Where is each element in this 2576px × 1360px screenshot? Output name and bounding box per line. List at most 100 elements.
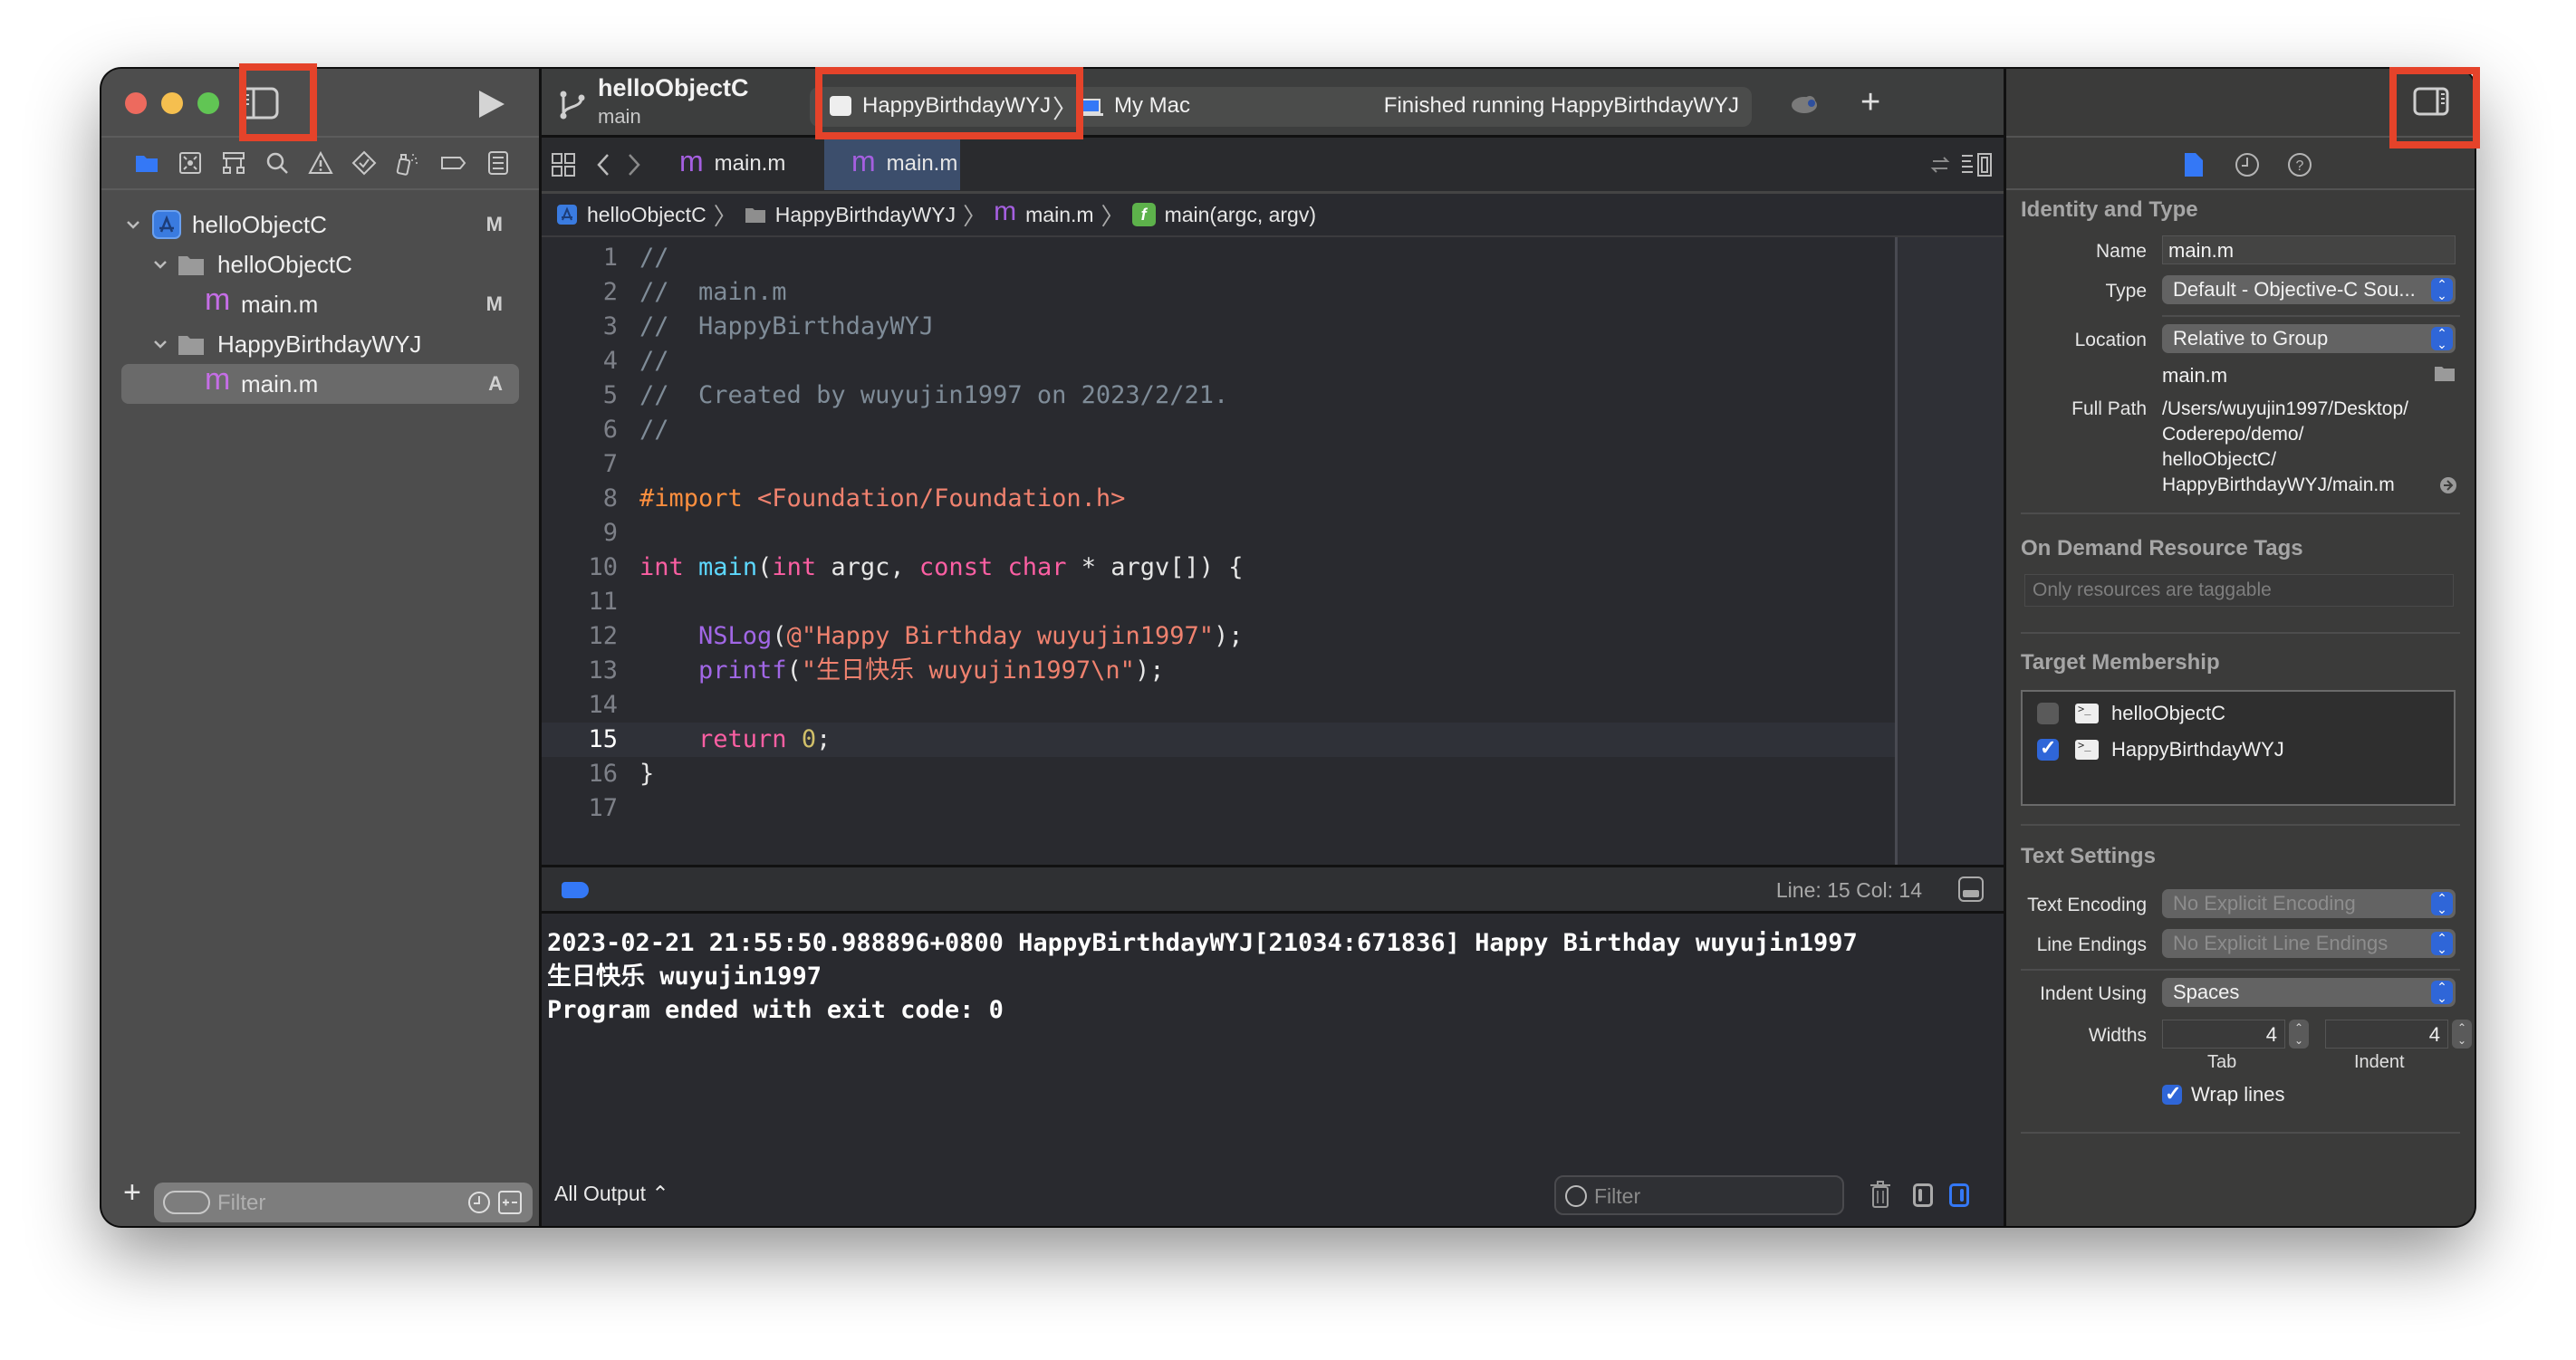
tree-item-project[interactable]: helloObjectC M	[101, 205, 539, 244]
code-line[interactable]: 12 NSLog(@"Happy Birthday wuyujin1997");	[542, 619, 2004, 654]
issue-warning-icon[interactable]	[308, 150, 333, 176]
file-inspector-icon[interactable]	[2184, 152, 2204, 177]
line-endings-select[interactable]: No Explicit Line Endings ⌃ ⌄	[2162, 929, 2456, 958]
code-line[interactable]: 2 // main.m	[542, 275, 2004, 310]
code-line[interactable]: 6 //	[542, 413, 2004, 447]
run-destination-selector[interactable]: My Mac	[1114, 93, 1190, 119]
history-icon[interactable]	[2235, 152, 2260, 177]
run-play-icon[interactable]	[476, 89, 506, 120]
code-line[interactable]: 11	[542, 585, 2004, 619]
debug-spray-icon[interactable]	[395, 150, 420, 176]
code-line[interactable]: 7	[542, 447, 2004, 482]
test-diamond-icon[interactable]	[351, 150, 377, 176]
show-console-view-icon[interactable]	[1949, 1183, 1969, 1207]
tree-item-folder[interactable]: helloObjectC	[101, 244, 539, 284]
type-select[interactable]: Default - Objective-C Sou... ⌃ ⌄	[2162, 275, 2456, 304]
close-window-button[interactable]	[125, 92, 147, 114]
code-line[interactable]: 5 // Created by wuyujin1997 on 2023/2/21.	[542, 378, 2004, 413]
target-row[interactable]: helloObjectC	[2037, 699, 2225, 728]
wrap-lines-option[interactable]: Wrap lines	[2162, 1082, 2285, 1106]
report-list-icon[interactable]	[485, 150, 511, 176]
target-name: helloObjectC	[2111, 702, 2225, 724]
reveal-in-finder-arrow-icon[interactable]	[2439, 476, 2457, 494]
hide-debug-area-icon[interactable]	[1958, 876, 1984, 902]
code-text: printf("生日快乐 wuyujin1997\n");	[639, 654, 1164, 688]
section-title: Target Membership	[2021, 650, 2220, 675]
navigate-back-icon[interactable]	[594, 152, 612, 177]
scheme-selector[interactable]: HappyBirthdayWYJ	[862, 93, 1051, 119]
chevron-down-icon[interactable]	[152, 256, 168, 273]
breadcrumb-project[interactable]: helloObjectC	[556, 203, 706, 227]
branch-name[interactable]: main	[598, 105, 641, 129]
related-items-grid-icon[interactable]	[551, 152, 576, 177]
scm-filter-icon[interactable]	[498, 1191, 522, 1214]
fullpath-label: Full Path	[2071, 398, 2147, 419]
toggle-inspector-icon[interactable]	[2413, 87, 2449, 116]
library-add-button[interactable]: +	[1860, 85, 1880, 120]
name-field[interactable]: main.m	[2162, 235, 2456, 264]
editor-options-icon[interactable]	[1960, 152, 1994, 177]
chevron-down-icon[interactable]	[152, 336, 168, 352]
breakpoints-toggle-icon[interactable]	[562, 882, 589, 898]
breadcrumb-function[interactable]: f main(argc, argv)	[1131, 203, 1316, 227]
indent-using-select[interactable]: Spaces ⌃ ⌄	[2162, 978, 2456, 1007]
console-filter-field[interactable]: Filter	[1554, 1175, 1844, 1215]
code-line[interactable]: 13 printf("生日快乐 wuyujin1997\n");	[542, 654, 2004, 688]
cloud-status-icon[interactable]	[1790, 92, 1821, 114]
updown-arrows-icon: ⌃ ⌄	[2431, 278, 2453, 302]
editor-tab-active[interactable]: m main.m	[824, 138, 960, 190]
breadcrumb-file[interactable]: m main.m	[994, 196, 1093, 227]
indent-width-stepper[interactable]: ⌃ ⌄	[2452, 1020, 2472, 1049]
add-file-button[interactable]: +	[123, 1177, 141, 1208]
zoom-window-button[interactable]	[197, 92, 219, 114]
encoding-select[interactable]: No Explicit Encoding ⌃ ⌄	[2162, 889, 2456, 918]
code-line[interactable]: 1 //	[542, 241, 2004, 275]
code-line[interactable]: 15 return 0;	[542, 723, 2004, 757]
breadcrumb-folder[interactable]: HappyBirthdayWYJ	[745, 203, 956, 227]
tree-item-file[interactable]: m main.m M	[101, 283, 539, 324]
target-name: HappyBirthdayWYJ	[2111, 738, 2284, 761]
tree-item-file-selected[interactable]: m main.m A	[121, 362, 519, 404]
line-number: 4	[602, 347, 618, 375]
code-line[interactable]: 17	[542, 791, 2004, 826]
code-line[interactable]: 10 int main(int argc, const char * argv[]…	[542, 551, 2004, 585]
quick-help-icon[interactable]: ?	[2287, 152, 2312, 177]
show-variables-view-icon[interactable]	[1913, 1183, 1933, 1207]
filter-options-icon[interactable]	[163, 1191, 210, 1214]
tab-width-stepper[interactable]: ⌃ ⌄	[2289, 1020, 2309, 1049]
find-icon[interactable]	[264, 150, 290, 176]
folder-icon[interactable]	[134, 150, 159, 176]
navigate-forward-icon[interactable]	[625, 152, 643, 177]
console-output[interactable]: 2023-02-21 21:55:50.988896+0800 HappyBir…	[542, 914, 2004, 1164]
target-checkbox[interactable]	[2037, 736, 2059, 761]
target-row[interactable]: HappyBirthdayWYJ	[2037, 735, 2284, 764]
code-line[interactable]: 16}	[542, 757, 2004, 791]
minimize-window-button[interactable]	[161, 92, 183, 114]
output-filter-selector[interactable]: All Output ⌃	[554, 1182, 669, 1206]
symbol-hierarchy-icon[interactable]	[221, 150, 246, 176]
toggle-navigator-icon[interactable]	[239, 87, 279, 120]
code-line[interactable]: 4 //	[542, 344, 2004, 378]
trash-icon[interactable]	[1870, 1180, 1891, 1209]
code-review-icon[interactable]	[1927, 152, 1953, 177]
code-line[interactable]: 9	[542, 516, 2004, 551]
source-editor[interactable]: 17 16} 15 return 0; 14 13 printf("生日快乐 wuyuj…	[542, 237, 2004, 865]
target-checkbox[interactable]	[2037, 703, 2059, 724]
code-line[interactable]: 8 #import <Foundation/Foundation.h>	[542, 482, 2004, 516]
wrap-lines-checkbox[interactable]	[2162, 1082, 2182, 1106]
navigator-filter-field[interactable]: Filter	[154, 1183, 533, 1222]
minimap[interactable]	[1898, 237, 2004, 865]
recent-files-clock-icon[interactable]	[467, 1191, 491, 1214]
odr-tags-field[interactable]: Only resources are taggable	[2024, 574, 2454, 607]
indent-width-field[interactable]: 4	[2325, 1020, 2448, 1049]
code-line[interactable]: 14	[542, 688, 2004, 723]
tab-width-field[interactable]: 4	[2162, 1020, 2285, 1049]
chevron-down-icon[interactable]	[125, 216, 141, 233]
source-control-icon[interactable]	[178, 150, 203, 176]
tree-item-folder[interactable]: HappyBirthdayWYJ	[101, 324, 539, 364]
code-line[interactable]: 3 // HappyBirthdayWYJ	[542, 310, 2004, 344]
location-select[interactable]: Relative to Group ⌃ ⌄	[2162, 324, 2456, 353]
choose-folder-icon[interactable]	[2434, 364, 2456, 382]
editor-tab[interactable]: m main.m	[643, 138, 824, 190]
breakpoint-tag-icon[interactable]	[438, 150, 467, 176]
